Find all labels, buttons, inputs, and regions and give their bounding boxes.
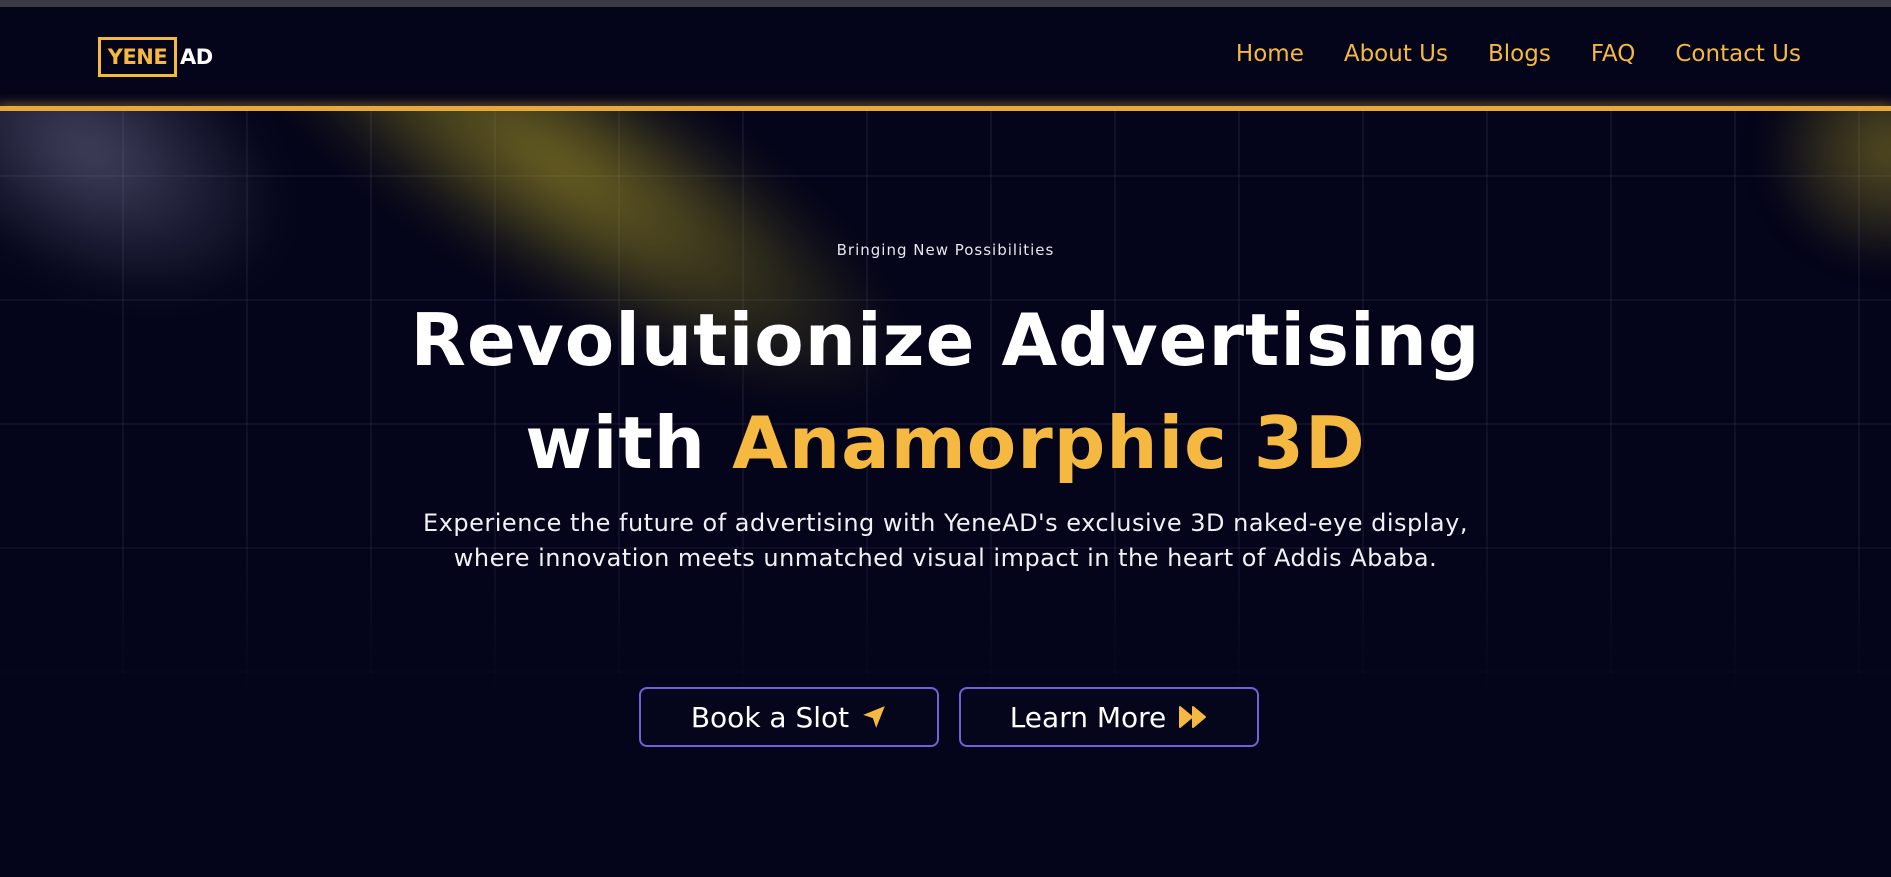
logo[interactable]: YENE AD bbox=[98, 37, 213, 77]
logo-suffix: AD bbox=[180, 45, 213, 69]
book-a-slot-label: Book a Slot bbox=[690, 700, 850, 734]
hero-headline: Revolutionize Advertising with Anamorphi… bbox=[0, 289, 1891, 495]
logo-box: YENE bbox=[98, 37, 177, 77]
headline-line1: Revolutionize Advertising bbox=[410, 298, 1481, 382]
headline-accent: Anamorphic 3D bbox=[732, 401, 1366, 485]
hero-section: Bringing New Possibilities Revolutionize… bbox=[0, 111, 1891, 877]
book-a-slot-button[interactable]: Book a Slot bbox=[639, 687, 939, 747]
paper-plane-icon bbox=[861, 704, 887, 730]
learn-more-button[interactable]: Learn More bbox=[959, 687, 1259, 747]
hero-subtext: Experience the future of advertising wit… bbox=[0, 506, 1891, 576]
nav-about-us[interactable]: About Us bbox=[1344, 41, 1448, 67]
nav-blogs[interactable]: Blogs bbox=[1488, 41, 1551, 67]
subtext-line2: where innovation meets unmatched visual … bbox=[453, 544, 1438, 572]
hero-kicker: Bringing New Possibilities bbox=[836, 241, 1055, 259]
fast-forward-icon bbox=[1178, 705, 1208, 729]
nav-home[interactable]: Home bbox=[1236, 41, 1304, 67]
nav-links: Home About Us Blogs FAQ Contact Us bbox=[1236, 41, 1801, 67]
navbar: YENE AD Home About Us Blogs FAQ Contact … bbox=[0, 7, 1891, 108]
subtext-line1: Experience the future of advertising wit… bbox=[423, 509, 1468, 537]
learn-more-label: Learn More bbox=[1009, 700, 1167, 734]
nav-faq[interactable]: FAQ bbox=[1591, 41, 1636, 67]
headline-line2-prefix: with bbox=[525, 401, 707, 485]
nav-contact-us[interactable]: Contact Us bbox=[1675, 41, 1801, 67]
top-strip bbox=[0, 0, 1891, 7]
